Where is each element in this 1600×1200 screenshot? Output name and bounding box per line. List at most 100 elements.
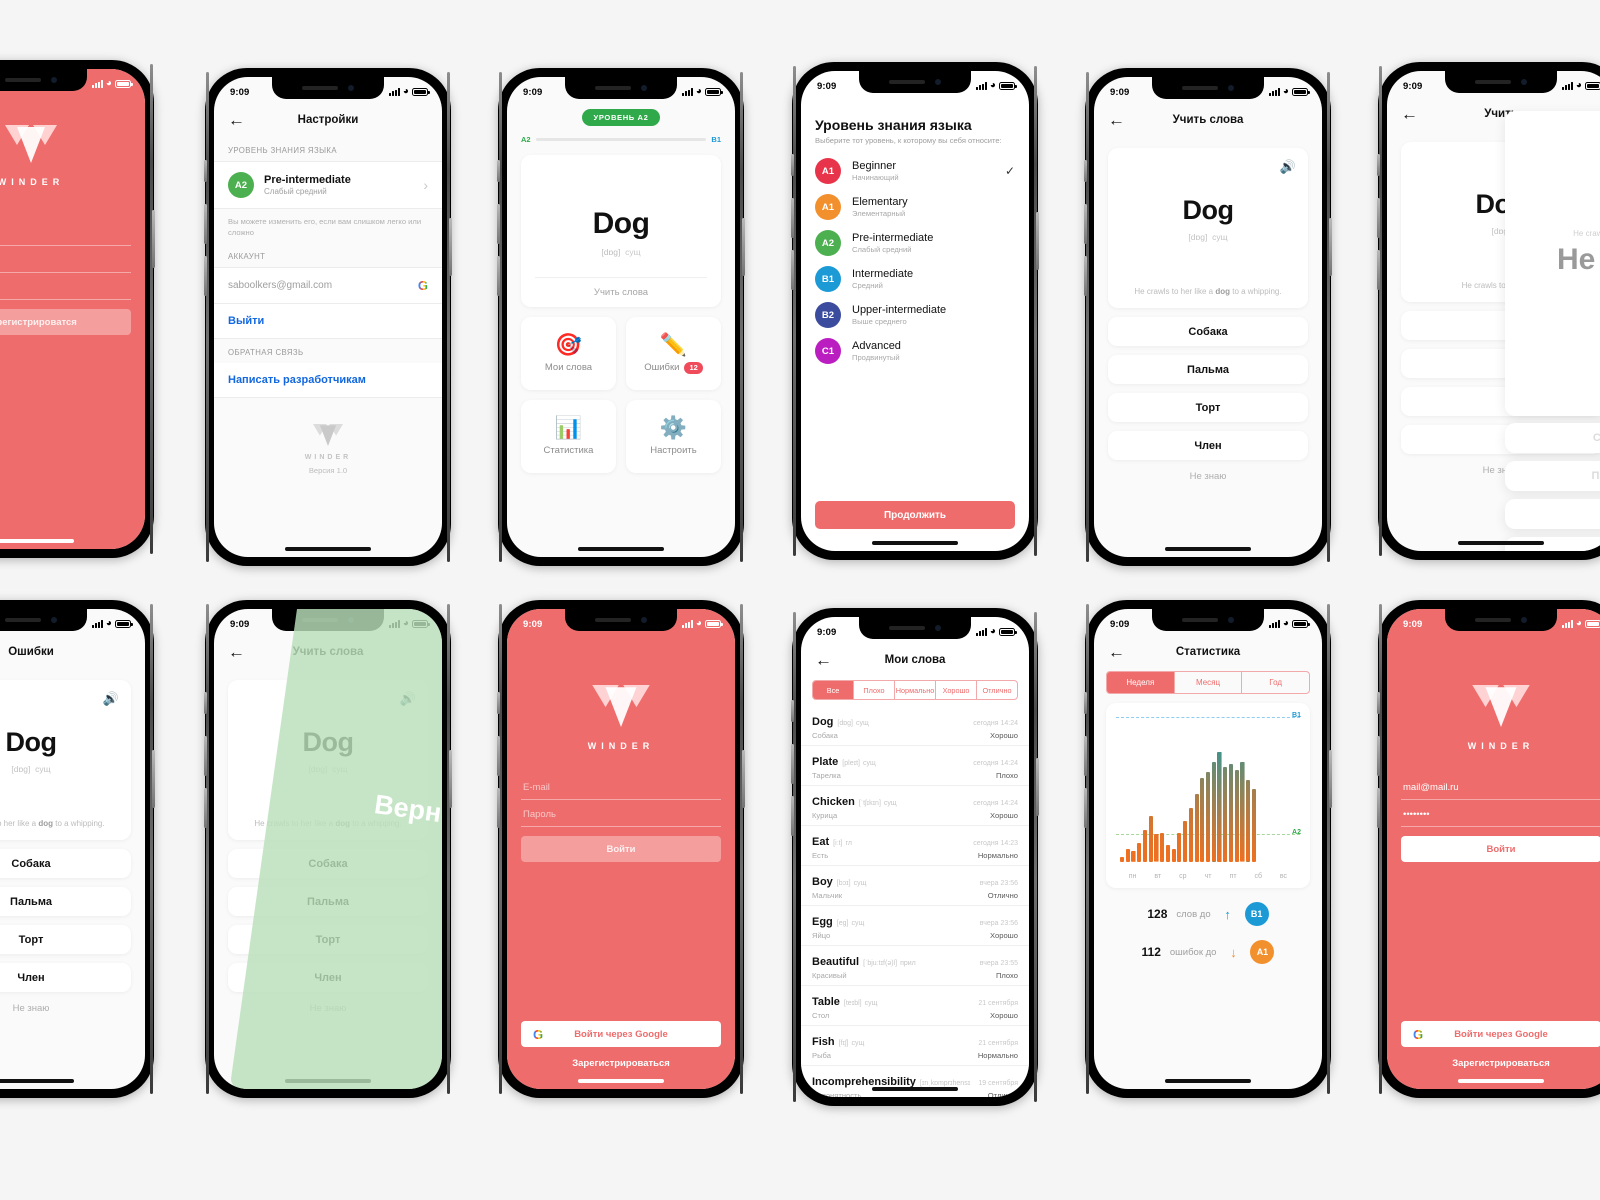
tile-statistics[interactable]: 📊 Статистика	[521, 400, 616, 473]
login-button[interactable]: Войти	[1401, 836, 1600, 862]
chart-bar	[1211, 762, 1216, 862]
password-field[interactable]: ••••••••	[1401, 800, 1600, 827]
word-date: сегодня 14:24	[973, 800, 1018, 807]
word-phonetic: [ˈbjuːtɪf(ə)l]	[863, 960, 898, 967]
chart-bar	[1234, 769, 1239, 862]
filter-tab-плохо[interactable]: Плохо	[853, 681, 894, 699]
flashcard[interactable]: 🔊 Dog [dɒg] сущ He crawls to her like a …	[228, 680, 428, 840]
level-list: A1 Beginner Начинающий ✓ A1 Elementary Элемент…	[801, 153, 1029, 369]
level-option-intermediate[interactable]: B1 Intermediate Средний	[801, 261, 1029, 297]
word-row[interactable]: Egg [eg] сущ вчера 23:56 Яйцо Хорошо	[801, 906, 1029, 946]
answer-option[interactable]: Торт	[228, 925, 428, 954]
back-arrow-icon[interactable]: ←	[1108, 112, 1125, 129]
answer-option[interactable]: Член	[0, 963, 131, 992]
winder-logo-icon	[1472, 685, 1530, 727]
brand-name: WINDER	[1467, 741, 1535, 751]
chart-x-axis: пн вт ср чт пт сб вс	[1120, 873, 1296, 880]
dont-know-button[interactable]: Не знаю	[214, 1003, 442, 1014]
answer-option[interactable]: Пальма	[228, 887, 428, 916]
x-tick-label: вс	[1279, 873, 1287, 880]
progress-to-label: B1	[711, 135, 721, 144]
answer-option[interactable]: Член	[1108, 431, 1308, 460]
word-row[interactable]: Beautiful [ˈbjuːtɪf(ə)l] прил вчера 23:55 Кр…	[801, 946, 1029, 986]
answer-option[interactable]: Пальма	[0, 887, 131, 916]
level-option-advanced[interactable]: C1 Advanced Продвинутый	[801, 333, 1029, 369]
google-login-button[interactable]: G Войти через Google	[521, 1021, 721, 1047]
back-arrow-icon[interactable]: ←	[815, 652, 832, 669]
answer-option[interactable]: Член	[228, 963, 428, 992]
speaker-icon[interactable]: 🔊	[1280, 159, 1296, 175]
chart-bar	[1240, 762, 1245, 862]
register-email-field[interactable]	[0, 246, 131, 273]
speaker-icon[interactable]: 🔊	[400, 691, 416, 707]
back-arrow-icon[interactable]: ←	[1108, 644, 1125, 661]
answer-option[interactable]: Собака	[228, 849, 428, 878]
filter-tab-отлично[interactable]: Отлично	[976, 681, 1017, 699]
flashcard[interactable]: 🔊 Dog [dɒg] сущ He crawls to her like a …	[0, 680, 131, 840]
level-option-upper-intermediate[interactable]: B2 Upper-intermediate Выше среднего	[801, 297, 1029, 333]
speaker-icon[interactable]: 🔊	[103, 691, 119, 707]
period-tab-год[interactable]: Год	[1241, 672, 1309, 693]
contact-developers-button[interactable]: Написать разработчикам	[214, 362, 442, 398]
answer-option[interactable]: Торт	[1108, 393, 1308, 422]
word-row[interactable]: Table [teɪbl] сущ 21 сентября Стол Хорошо	[801, 986, 1029, 1026]
register-link[interactable]: Зарегистрироваться	[507, 1058, 735, 1069]
password-field[interactable]: Пароль	[521, 800, 721, 827]
dont-know-button[interactable]: Не знаю	[1094, 471, 1322, 482]
word-pos: гл	[845, 840, 852, 847]
login-button[interactable]: Войти	[521, 836, 721, 862]
filter-tab-все[interactable]: Все	[813, 681, 853, 699]
word-row[interactable]: Plate [pleɪt] сущ сегодня 14:24 Тарелка Плохо	[801, 746, 1029, 786]
word-score: Отлично	[987, 1091, 1018, 1097]
level-option-elementary[interactable]: A1 Elementary Элементарный	[801, 189, 1029, 225]
settings-email-row[interactable]: saboolkers@gmail.com G	[214, 266, 442, 304]
word-row[interactable]: Eat [iːt] гл сегодня 14:23 Есть Нормально	[801, 826, 1029, 866]
period-tab-неделя[interactable]: Неделя	[1107, 672, 1174, 693]
learn-words-cta[interactable]: Учить слова	[535, 277, 707, 307]
word-date: 21 сентября	[978, 1040, 1018, 1047]
filter-tab-нормально[interactable]: Нормально	[894, 681, 935, 699]
filter-tab-хорошо[interactable]: Хорошо	[935, 681, 976, 699]
word-row[interactable]: Chicken [ˈtʃɪkɪn] сущ сегодня 14:24 Курица Хо…	[801, 786, 1029, 826]
answer-option[interactable]: Собака	[1108, 317, 1308, 346]
word-row[interactable]: Dog [dɒg] сущ сегодня 14:24 Собака Хорошо	[801, 706, 1029, 746]
word-row[interactable]: Incomprehensibility [ɪnˌkɒmprɪhensɪ 19 сен…	[801, 1066, 1029, 1097]
email-field[interactable]: E-mail	[521, 773, 721, 800]
register-name-field[interactable]	[0, 219, 131, 246]
flashcard[interactable]: 🔊 Dog [dɒg] сущ He crawls to her like a …	[1108, 148, 1308, 308]
word-score: Хорошо	[990, 931, 1018, 940]
dont-know-button[interactable]: Не знаю	[0, 1003, 145, 1014]
google-icon: G	[417, 277, 428, 293]
tile-settings[interactable]: ⚙️ Настроить	[626, 400, 721, 473]
page-title: Статистика	[1175, 646, 1241, 658]
phone-login: 9:09 ◕ WINDER E-mail Пароль Войти G Войт…	[497, 600, 745, 1098]
period-tab-месяц[interactable]: Месяц	[1173, 672, 1242, 693]
continue-button[interactable]: Продолжить	[815, 501, 1015, 529]
word-row[interactable]: Boy [bɔɪ] сущ вчера 23:56 Мальчик Отлично	[801, 866, 1029, 906]
chart-bar	[1154, 834, 1159, 862]
tile-my-words[interactable]: 🎯 Мои слова	[521, 317, 616, 390]
answer-option[interactable]: Собака	[0, 849, 131, 878]
back-arrow-icon[interactable]: ←	[228, 644, 245, 661]
register-link[interactable]: Зарегистрироваться	[1387, 1058, 1600, 1069]
register-submit-button[interactable]: Зарегистрироватся	[0, 309, 131, 335]
word-text: Dog	[1182, 195, 1234, 225]
word-card[interactable]: Dog [dɒg] сущ Учить слова	[521, 155, 721, 307]
answer-option[interactable]: Торт	[0, 925, 131, 954]
chart-bar	[1251, 788, 1257, 862]
logout-button[interactable]: Выйти	[214, 303, 442, 339]
settings-level-row[interactable]: A2 Pre-intermediate Слабый средний ›	[214, 161, 442, 209]
word-score: Плохо	[995, 971, 1018, 980]
word-row[interactable]: Fish [fɪʃ] сущ 21 сентября Рыба Нормально	[801, 1026, 1029, 1066]
tile-mistakes[interactable]: ✏️ Ошибки 12	[626, 317, 721, 390]
answer-option[interactable]: Пальма	[1108, 355, 1308, 384]
google-login-button[interactable]: G Войти через Google	[1401, 1021, 1600, 1047]
word-text: Dog	[5, 727, 57, 757]
register-password-field[interactable]: Пароль	[0, 273, 131, 300]
email-field[interactable]: mail@mail.ru	[1401, 773, 1600, 800]
back-arrow-icon[interactable]: ←	[1401, 106, 1418, 123]
settings-level-note: Вы можете изменить его, если вам слишком…	[228, 217, 422, 238]
back-arrow-icon[interactable]: ←	[228, 112, 245, 129]
level-option-pre-intermediate[interactable]: A2 Pre-intermediate Слабый средний	[801, 225, 1029, 261]
level-option-beginner[interactable]: A1 Beginner Начинающий ✓	[801, 153, 1029, 189]
